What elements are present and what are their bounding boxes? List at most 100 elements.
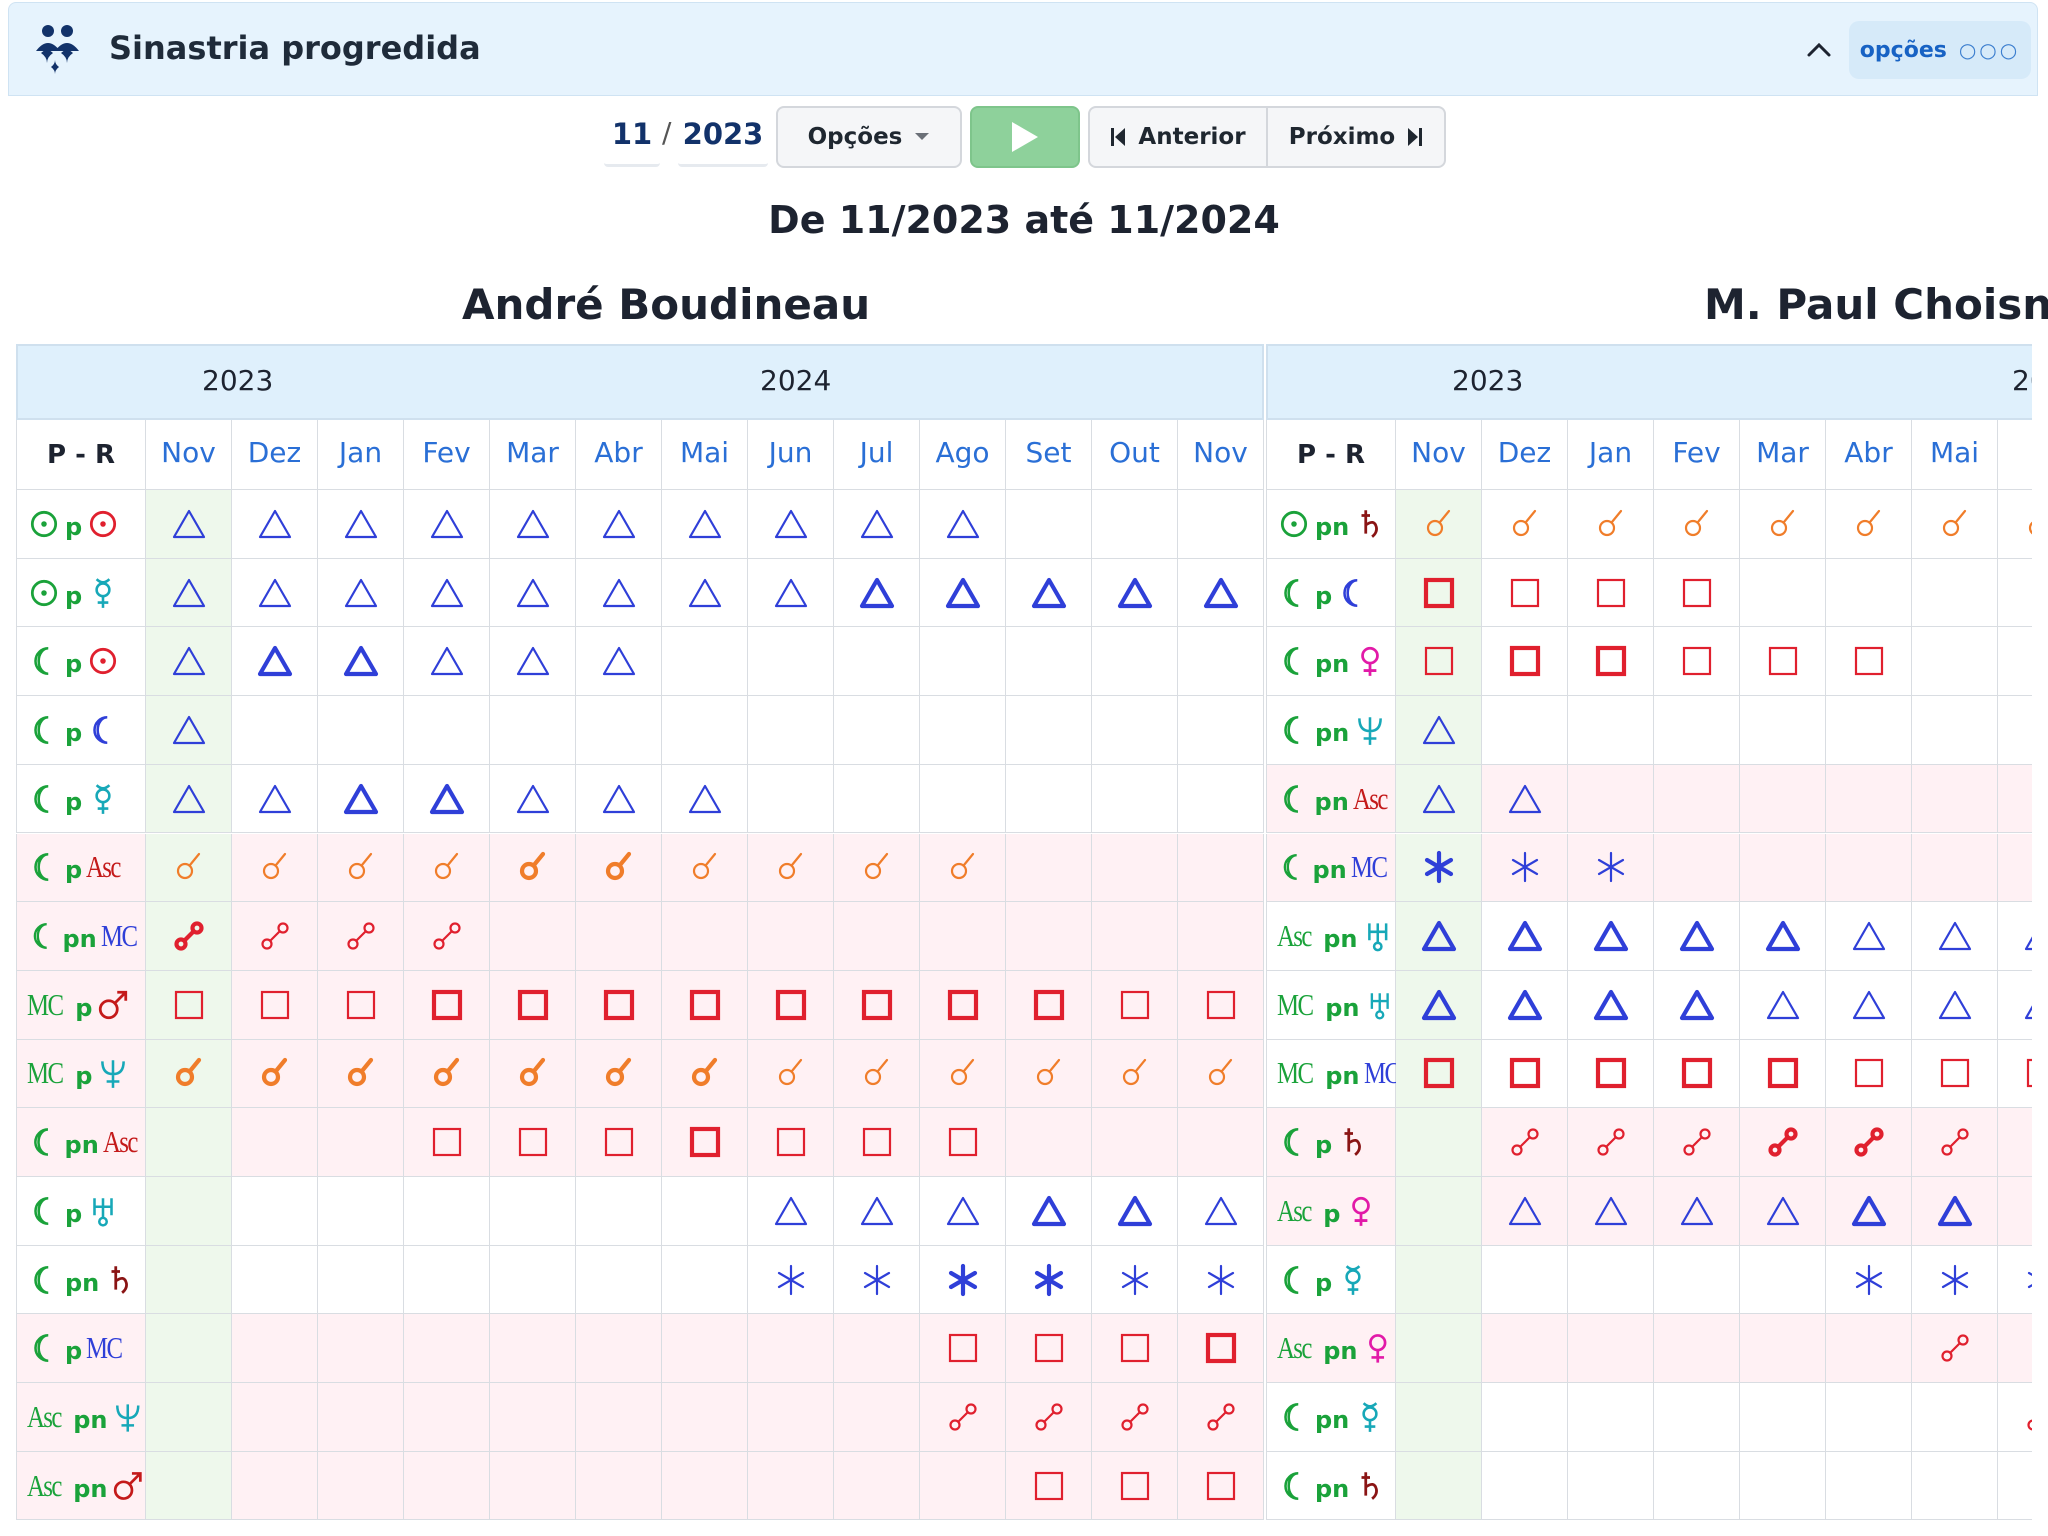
trine-aspect-icon[interactable] <box>1031 1193 1067 1229</box>
trine-aspect-icon[interactable] <box>687 506 723 542</box>
aspect-cell[interactable] <box>1568 558 1654 628</box>
aspect-cell[interactable] <box>1568 490 1654 559</box>
trine-aspect-icon[interactable] <box>1851 987 1887 1023</box>
conjunction-aspect-icon[interactable] <box>945 849 981 885</box>
aspect-cell[interactable] <box>1396 1451 1482 1521</box>
aspect-cell[interactable] <box>1912 970 1998 1040</box>
aspect-cell[interactable] <box>1482 1314 1568 1384</box>
aspect-cell[interactable] <box>1998 833 2032 903</box>
aspect-cell[interactable] <box>1092 1177 1178 1246</box>
aspect-cell[interactable] <box>146 1108 232 1177</box>
trine-aspect-icon[interactable] <box>343 781 379 817</box>
square-aspect-icon[interactable] <box>1679 575 1715 611</box>
aspect-cell[interactable] <box>748 1108 834 1177</box>
trine-aspect-icon[interactable] <box>257 781 293 817</box>
aspect-cell[interactable] <box>490 833 576 903</box>
aspect-cell[interactable] <box>1396 764 1482 834</box>
aspect-cell[interactable] <box>1006 902 1092 971</box>
square-aspect-icon[interactable] <box>1765 643 1801 679</box>
aspect-cell[interactable] <box>490 902 576 971</box>
conjunction-aspect-icon[interactable] <box>601 849 637 885</box>
month-field[interactable]: 11 <box>604 108 660 167</box>
aspect-cell[interactable] <box>1654 1314 1740 1384</box>
aspect-cell[interactable] <box>1568 696 1654 765</box>
aspect-cell[interactable] <box>1396 833 1482 903</box>
aspect-cell[interactable] <box>404 1039 490 1109</box>
aspect-cell[interactable] <box>1568 833 1654 903</box>
aspect-cell[interactable] <box>748 696 834 765</box>
aspect-cell[interactable] <box>1912 1314 1998 1384</box>
aspect-cell[interactable] <box>404 627 490 697</box>
aspect-cell[interactable] <box>1092 490 1178 559</box>
conjunction-aspect-icon[interactable] <box>945 1055 981 1091</box>
aspect-cell[interactable] <box>1178 696 1264 765</box>
row-label-asc-pn-venus[interactable]: Asc pn <box>1266 1314 1396 1384</box>
aspect-cell[interactable] <box>318 490 404 559</box>
row-label-moon-p-moon[interactable]: p <box>16 696 146 765</box>
trine-aspect-icon[interactable] <box>1851 1193 1887 1229</box>
aspect-cell[interactable] <box>1178 558 1264 628</box>
aspect-cell[interactable] <box>1998 1383 2032 1452</box>
aspect-cell[interactable] <box>1654 1108 1740 1177</box>
aspect-cell[interactable] <box>1482 490 1568 559</box>
aspect-cell[interactable] <box>1396 1177 1482 1246</box>
aspect-cell[interactable] <box>576 1383 662 1452</box>
aspect-cell[interactable] <box>1912 490 1998 559</box>
aspect-cell[interactable] <box>1826 627 1912 697</box>
conjunction-aspect-icon[interactable] <box>687 1055 723 1091</box>
opposition-aspect-icon[interactable] <box>1937 1330 1973 1366</box>
row-label-moon-pn-saturn[interactable]: pn <box>16 1245 146 1315</box>
row-label-mc-p-neptune[interactable]: MC p <box>16 1039 146 1109</box>
trine-aspect-icon[interactable] <box>1117 1193 1153 1229</box>
square-aspect-icon[interactable] <box>945 1330 981 1366</box>
trine-aspect-icon[interactable] <box>1507 987 1543 1023</box>
aspect-cell[interactable] <box>1998 1314 2032 1384</box>
aspect-cell[interactable] <box>920 1383 1006 1452</box>
aspect-cell[interactable] <box>490 558 576 628</box>
square-aspect-icon[interactable] <box>1117 1330 1153 1366</box>
square-aspect-icon[interactable] <box>1679 1055 1715 1091</box>
aspect-cell[interactable] <box>834 1039 920 1109</box>
aspect-cell[interactable] <box>232 1177 318 1246</box>
trine-aspect-icon[interactable] <box>515 643 551 679</box>
aspect-cell[interactable] <box>662 696 748 765</box>
aspect-cell[interactable] <box>1740 1108 1826 1177</box>
aspect-cell[interactable] <box>318 1314 404 1384</box>
row-label-moon-p-saturn[interactable]: p <box>1266 1108 1396 1177</box>
trine-aspect-icon[interactable] <box>601 781 637 817</box>
aspect-cell[interactable] <box>1396 1039 1482 1109</box>
row-label-moon-pn-mc[interactable]: pn MC <box>1266 833 1396 903</box>
aspect-cell[interactable] <box>920 764 1006 834</box>
aspect-cell[interactable] <box>1654 558 1740 628</box>
aspect-cell[interactable] <box>834 764 920 834</box>
aspect-cell[interactable] <box>1092 970 1178 1040</box>
aspect-cell[interactable] <box>1568 764 1654 834</box>
aspect-cell[interactable] <box>1006 558 1092 628</box>
aspect-cell[interactable] <box>490 1108 576 1177</box>
aspect-cell[interactable] <box>576 1039 662 1109</box>
aspect-cell[interactable] <box>576 970 662 1040</box>
trine-aspect-icon[interactable] <box>1851 918 1887 954</box>
trine-aspect-icon[interactable] <box>1203 1193 1239 1229</box>
aspect-cell[interactable] <box>1396 902 1482 971</box>
opposition-aspect-icon[interactable] <box>343 918 379 954</box>
trine-aspect-icon[interactable] <box>1937 1193 1973 1229</box>
aspect-cell[interactable] <box>1998 490 2032 559</box>
trine-aspect-icon[interactable] <box>1679 1193 1715 1229</box>
square-aspect-icon[interactable] <box>1031 1468 1067 1504</box>
month-header[interactable]: Fev <box>404 420 490 490</box>
aspect-cell[interactable] <box>748 833 834 903</box>
trine-aspect-icon[interactable] <box>1679 918 1715 954</box>
aspect-cell[interactable] <box>232 490 318 559</box>
aspect-cell[interactable] <box>1654 833 1740 903</box>
square-aspect-icon[interactable] <box>1507 643 1543 679</box>
aspect-cell[interactable] <box>318 902 404 971</box>
aspect-cell[interactable] <box>748 1451 834 1521</box>
aspect-cell[interactable] <box>1006 1451 1092 1521</box>
aspect-cell[interactable] <box>1178 1039 1264 1109</box>
sextile-aspect-icon[interactable] <box>1421 849 1457 885</box>
aspect-cell[interactable] <box>1006 1383 1092 1452</box>
month-header[interactable]: Mar <box>1740 420 1826 490</box>
aspect-cell[interactable] <box>1912 558 1998 628</box>
conjunction-aspect-icon[interactable] <box>429 1055 465 1091</box>
